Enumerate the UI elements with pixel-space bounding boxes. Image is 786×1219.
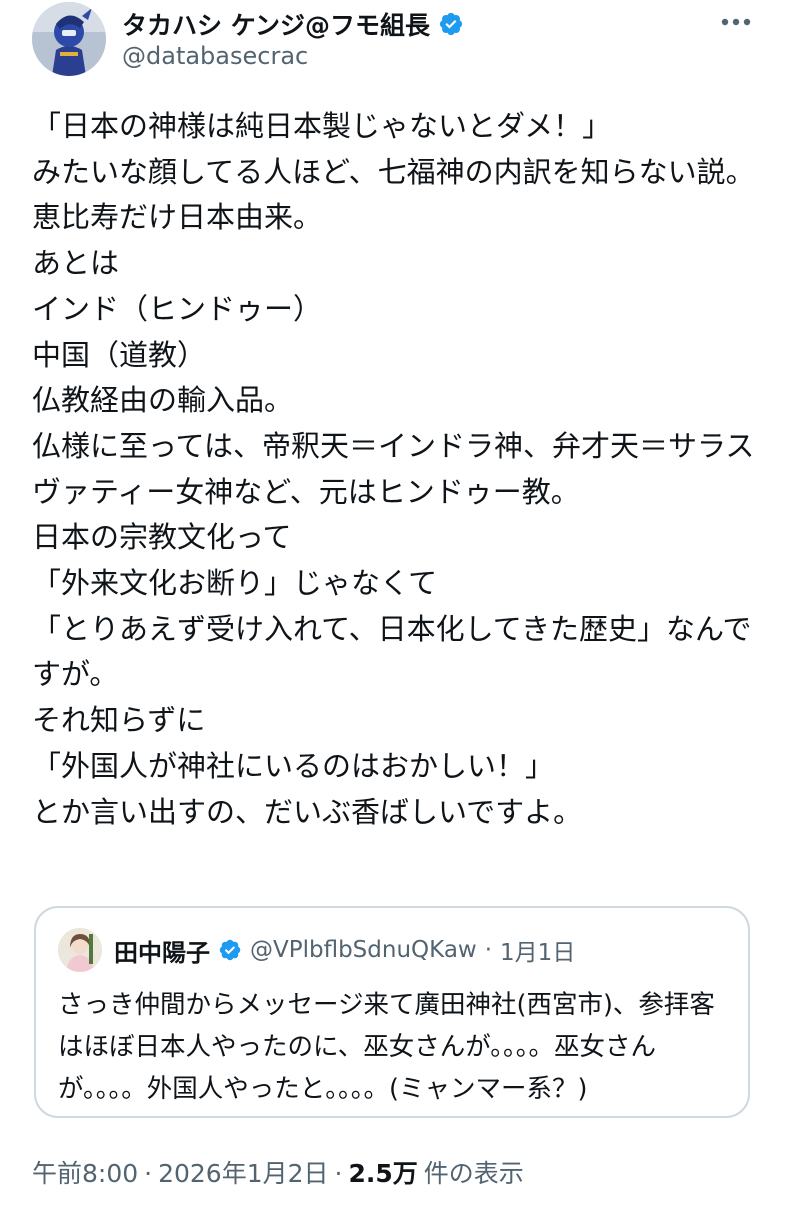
author-display-name[interactable]: タカハシ ケンジ@フモ組長	[122, 6, 430, 42]
quoted-tweet-date: 1月1日	[500, 940, 576, 966]
more-options-button[interactable]	[718, 10, 754, 34]
verified-badge-icon	[219, 939, 241, 961]
quoted-tweet-header: 田中陽子 @VPlbflbSdnuQKaw · 1月1日	[58, 928, 575, 972]
views-label: 件の表示	[423, 1159, 524, 1188]
quoted-separator: ·	[484, 937, 493, 963]
tweet-metadata: 午前8:00 · 2026年1月2日 · 2.5万 件の表示	[32, 1154, 524, 1190]
quoted-author-display-name: 田中陽子	[114, 938, 210, 967]
quoted-tweet-card[interactable]: 田中陽子 @VPlbflbSdnuQKaw · 1月1日 さっき仲間からメッセー…	[34, 906, 750, 1118]
tweet-text: 「日本の神様は純日本製じゃないとダメ！」 みたいな顔してる人ほど、七福神の内訳を…	[32, 109, 755, 829]
more-horizontal-icon	[721, 18, 751, 26]
author-handle[interactable]: @databasecrac	[122, 42, 308, 70]
tweet-date[interactable]: 2026年1月2日	[158, 1154, 328, 1190]
person-photo-avatar-icon	[58, 928, 102, 972]
knight-character-avatar-icon	[32, 2, 106, 76]
meta-separator: ·	[334, 1159, 343, 1188]
quoted-author-handle: @VPlbflbSdnuQKaw	[250, 937, 477, 963]
quoted-author-avatar	[58, 928, 102, 972]
meta-separator: ·	[144, 1159, 153, 1188]
verified-badge-icon	[439, 12, 463, 36]
tweet-time[interactable]: 午前8:00	[32, 1154, 138, 1190]
views-count[interactable]: 2.5万	[348, 1154, 417, 1190]
tweet-header: タカハシ ケンジ@フモ組長 @databasecrac	[32, 2, 754, 82]
quoted-tweet-text: さっき仲間からメッセージ来て廣田神社(西宮市)、参拝客はほぼ日本人やったのに、巫…	[58, 990, 715, 1104]
author-avatar[interactable]	[32, 2, 106, 76]
author-name-row: タカハシ ケンジ@フモ組長	[122, 6, 464, 42]
